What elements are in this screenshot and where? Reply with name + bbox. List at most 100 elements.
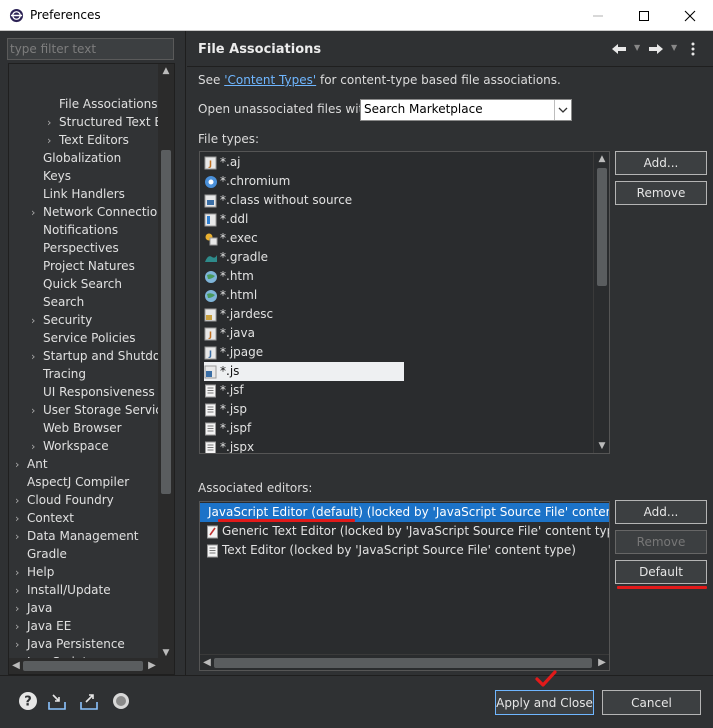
chevron-right-icon[interactable]: › xyxy=(15,636,27,654)
scroll-right-icon[interactable]: ▶ xyxy=(145,658,159,674)
tree-item[interactable]: Globalization xyxy=(31,149,121,167)
forward-history-dropdown-icon[interactable]: ▼ xyxy=(671,43,677,52)
tree-item[interactable]: › Java Persistence xyxy=(15,635,125,653)
chevron-right-icon[interactable]: › xyxy=(15,492,27,510)
editors-horizontal-scrollbar[interactable]: ◀ ▶ xyxy=(200,654,609,670)
tree-horizontal-scrollbar[interactable]: ◀ ▶ xyxy=(9,658,159,674)
scroll-thumb[interactable] xyxy=(23,661,143,671)
tree-item[interactable]: › Security xyxy=(31,311,92,329)
tree-item[interactable]: › Workspace xyxy=(31,437,109,455)
file-type-row[interactable]: *.html xyxy=(204,286,257,305)
scroll-thumb[interactable] xyxy=(161,150,171,494)
tree-item[interactable]: Web Browser xyxy=(31,419,122,437)
chevron-right-icon[interactable]: › xyxy=(15,600,27,618)
tree-item[interactable]: Tracing xyxy=(31,365,86,383)
tree-item[interactable]: › Help xyxy=(15,563,54,581)
file-type-row[interactable]: J *.aj xyxy=(204,153,241,172)
scroll-up-icon[interactable]: ▲ xyxy=(158,64,174,78)
chevron-right-icon[interactable]: › xyxy=(31,204,43,222)
tree-item[interactable]: Keys xyxy=(31,167,71,185)
tree-item[interactable]: Gradle xyxy=(15,545,67,563)
chevron-right-icon[interactable]: › xyxy=(15,618,27,636)
maximize-button[interactable] xyxy=(621,0,667,31)
tree-item[interactable]: Search xyxy=(31,293,84,311)
tree-item[interactable]: Perspectives xyxy=(31,239,119,257)
file-type-row[interactable]: *.jspf xyxy=(204,419,251,438)
back-history-dropdown-icon[interactable]: ▼ xyxy=(634,43,640,52)
view-menu-icon[interactable] xyxy=(690,42,696,56)
chevron-down-icon[interactable] xyxy=(554,100,571,120)
tree-item[interactable]: Quick Search xyxy=(31,275,122,293)
chevron-right-icon[interactable]: › xyxy=(31,348,43,366)
editors-add-button[interactable]: Add... xyxy=(615,500,707,524)
tree-item[interactable]: › Java xyxy=(15,599,52,617)
tree-item[interactable]: › Cloud Foundry xyxy=(15,491,114,509)
tree-item[interactable]: ›Startup and Shutdown xyxy=(31,347,159,365)
tree-item[interactable]: › Text Editors xyxy=(47,131,129,149)
editor-row[interactable]: Generic Text Editor (locked by 'JavaScri… xyxy=(200,522,609,541)
editor-row[interactable]: Text Editor (locked by 'JavaScript Sourc… xyxy=(200,541,576,560)
tree-item[interactable]: › Ant xyxy=(15,455,48,473)
export-icon[interactable] xyxy=(78,690,100,712)
tree-item[interactable]: UI Responsiveness Monitoring xyxy=(31,383,159,401)
filter-input[interactable] xyxy=(7,38,174,60)
chevron-right-icon[interactable]: › xyxy=(31,402,43,420)
file-type-row[interactable]: *.jardesc xyxy=(204,305,273,324)
tree-item[interactable]: File Associations xyxy=(47,95,157,113)
file-type-row[interactable]: *.chromium xyxy=(204,172,290,191)
tree-item[interactable]: › Network Connections xyxy=(31,203,159,221)
chevron-right-icon[interactable]: › xyxy=(15,528,27,546)
minimize-button[interactable] xyxy=(575,0,621,31)
chevron-right-icon[interactable]: › xyxy=(31,438,43,456)
tree-item[interactable]: Link Handlers xyxy=(31,185,125,203)
chevron-right-icon[interactable]: › xyxy=(31,312,43,330)
file-type-row[interactable]: *.htm xyxy=(204,267,254,286)
open-unassociated-select[interactable]: Search Marketplace xyxy=(360,99,572,121)
cancel-button[interactable]: Cancel xyxy=(602,690,701,715)
chevron-right-icon[interactable]: › xyxy=(15,582,27,600)
scroll-right-icon[interactable]: ▶ xyxy=(595,655,609,670)
scroll-up-icon[interactable]: ▲ xyxy=(594,152,609,166)
file-type-row[interactable]: J *.java xyxy=(204,324,255,343)
apply-and-close-button[interactable]: Apply and Close xyxy=(495,690,594,715)
tree-item[interactable]: › Install/Update xyxy=(15,581,111,599)
tree-item[interactable]: › Context xyxy=(15,509,74,527)
tree-item[interactable]: › Data Management xyxy=(15,527,139,545)
file-type-row[interactable]: *.js xyxy=(204,362,404,381)
forward-arrow-icon[interactable] xyxy=(648,43,664,55)
chevron-right-icon[interactable]: › xyxy=(15,510,27,528)
file-types-scrollbar[interactable]: ▲ ▼ xyxy=(593,152,609,453)
tree-item[interactable]: AspectJ Compiler xyxy=(15,473,129,491)
file-types-add-button[interactable]: Add... xyxy=(615,151,707,175)
scroll-left-icon[interactable]: ◀ xyxy=(200,655,214,670)
tree-item[interactable]: Project Natures xyxy=(31,257,135,275)
file-types-remove-button[interactable]: Remove xyxy=(615,181,707,205)
scroll-left-icon[interactable]: ◀ xyxy=(9,658,23,674)
chevron-right-icon[interactable]: › xyxy=(15,564,27,582)
record-icon[interactable] xyxy=(110,690,132,712)
file-type-row[interactable]: *.gradle xyxy=(204,248,268,267)
scroll-thumb[interactable] xyxy=(597,168,607,286)
tree-item[interactable]: Notifications xyxy=(31,221,118,239)
file-type-row[interactable]: *.jsf xyxy=(204,381,244,400)
file-type-row[interactable]: *.class without source xyxy=(204,191,352,210)
editors-default-button[interactable]: Default xyxy=(615,560,707,584)
tree-item[interactable]: › User Storage Service xyxy=(31,401,159,419)
chevron-right-icon[interactable]: › xyxy=(47,132,59,150)
file-type-row[interactable]: *.jsp xyxy=(204,400,247,419)
help-icon[interactable]: ? xyxy=(17,690,39,712)
editors-remove-button[interactable]: Remove xyxy=(615,530,707,554)
file-type-row[interactable]: *.exec xyxy=(204,229,258,248)
scroll-down-icon[interactable]: ▼ xyxy=(594,439,609,453)
file-type-row[interactable]: *.jspx xyxy=(204,438,254,453)
file-type-row[interactable]: J *.jpage xyxy=(204,343,263,362)
chevron-right-icon[interactable]: › xyxy=(15,456,27,474)
content-types-link[interactable]: 'Content Types' xyxy=(224,73,316,87)
import-icon[interactable] xyxy=(46,690,68,712)
tree-item[interactable]: ›Structured Text Editors xyxy=(47,113,159,131)
scroll-thumb[interactable] xyxy=(214,658,592,668)
tree-vertical-scrollbar[interactable]: ▲ ▼ xyxy=(158,64,174,660)
tree-item[interactable]: Service Policies xyxy=(31,329,136,347)
close-button[interactable] xyxy=(667,0,713,31)
chevron-right-icon[interactable]: › xyxy=(47,114,59,132)
